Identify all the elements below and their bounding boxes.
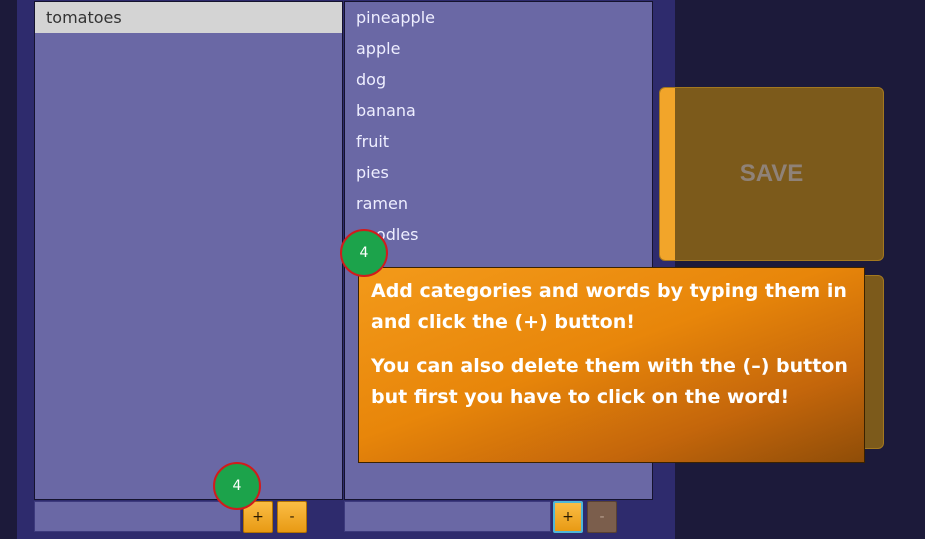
remove-word-button[interactable]: - — [587, 501, 617, 533]
word-item[interactable]: ramen — [345, 188, 652, 219]
word-item[interactable]: dog — [345, 64, 652, 95]
tutorial-text-2: You can also delete them with the (–) bu… — [371, 355, 848, 408]
word-item[interactable]: noodles — [345, 219, 652, 250]
word-item[interactable]: banana — [345, 95, 652, 126]
word-item[interactable]: fruit — [345, 126, 652, 157]
category-item[interactable]: tomatoes — [35, 2, 342, 33]
remove-category-button[interactable]: - — [277, 501, 307, 533]
tutorial-step-marker: 4 — [340, 229, 388, 277]
tutorial-step-marker: 4 — [213, 462, 261, 510]
word-input[interactable] — [344, 501, 551, 532]
word-item[interactable]: apple — [345, 33, 652, 64]
category-list[interactable]: tomatoes — [34, 1, 343, 500]
word-item[interactable]: pies — [345, 157, 652, 188]
tutorial-tooltip: Add categories and words by typing them … — [358, 267, 865, 463]
save-button-label: SAVE — [739, 160, 804, 187]
category-input[interactable] — [34, 501, 241, 532]
word-item[interactable]: pineapple — [345, 2, 652, 33]
save-button[interactable]: SAVE — [659, 87, 884, 261]
tutorial-text-1: Add categories and words by typing them … — [371, 280, 847, 333]
add-word-button[interactable]: + — [553, 501, 583, 533]
